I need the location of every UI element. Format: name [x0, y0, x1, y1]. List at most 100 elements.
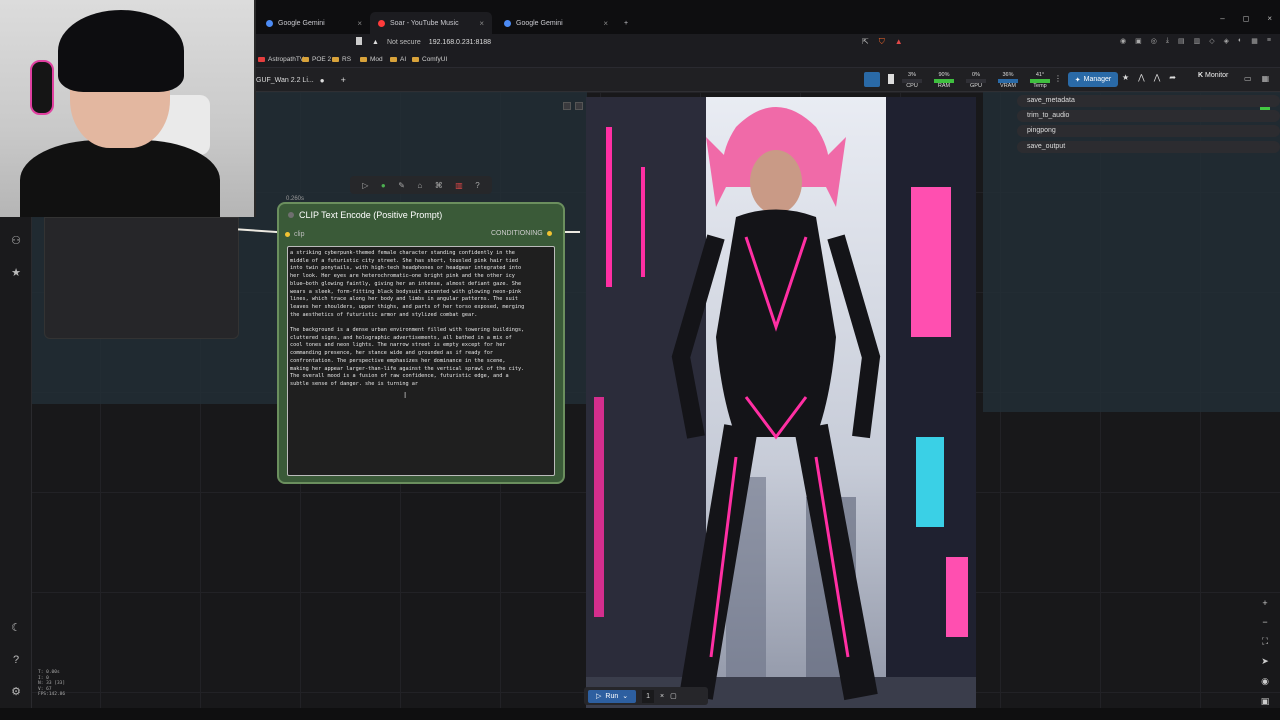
canvas-controls: + − ⛶ ➤ ◉ ▣: [1256, 598, 1274, 707]
bookmark-folder[interactable]: ComfyUI: [412, 54, 447, 64]
extension-icon[interactable]: ▤: [1178, 37, 1185, 45]
browser-tab[interactable]: Google Gemini ×: [496, 12, 616, 34]
folder-icon: [302, 56, 309, 62]
k-icon: K: [1198, 72, 1204, 79]
share-icon[interactable]: ⇱: [862, 37, 869, 47]
bookmark-icon[interactable]: [888, 74, 894, 84]
share-icon[interactable]: ➦: [1169, 73, 1176, 82]
tool-icon[interactable]: [563, 102, 571, 110]
generated-image-preview[interactable]: [586, 97, 976, 708]
menu-icon[interactable]: ≡: [1267, 37, 1271, 45]
crystools-icon[interactable]: ⋀: [1138, 73, 1145, 82]
bookmark-icon[interactable]: [356, 37, 362, 45]
window-controls: – ◻ ×: [1220, 14, 1272, 23]
minimize-button[interactable]: –: [1220, 14, 1224, 23]
queue-icon[interactable]: [864, 72, 880, 87]
rewards-icon[interactable]: ▲: [895, 37, 903, 47]
gemini-icon: [504, 19, 511, 27]
list-item[interactable]: save_output: [1017, 141, 1280, 153]
chevron-down-icon[interactable]: ⌄: [622, 692, 628, 700]
workflow-tab[interactable]: GUF_Wan 2.2 Li... ● +: [256, 71, 346, 89]
add-workflow-button[interactable]: +: [341, 75, 346, 85]
minimap-icon[interactable]: ▣: [1261, 696, 1270, 707]
extension-icon[interactable]: ◈: [1224, 37, 1229, 45]
extension-icon[interactable]: ◇: [1209, 37, 1214, 45]
bookmark-icon[interactable]: ⌂: [417, 181, 422, 190]
pin-icon[interactable]: ✎: [398, 181, 405, 190]
bookmark-folder[interactable]: Mod: [360, 54, 383, 64]
queue-count-input[interactable]: 1: [642, 689, 655, 703]
extension-icon[interactable]: ◎: [1151, 37, 1157, 45]
browser-tab[interactable]: Google Gemini ×: [258, 12, 370, 34]
gemini-icon: [266, 19, 273, 27]
run-button[interactable]: ▷ Run ⌄: [588, 689, 637, 703]
stat-gpu: 0% GPU: [966, 72, 986, 89]
stop-icon[interactable]: ▢: [670, 692, 677, 700]
queue-run-bar: ▷ Run ⌄ 1 × ▢: [584, 687, 708, 705]
monitor-button[interactable]: K Monitor: [1198, 72, 1228, 79]
list-item[interactable]: save_metadata: [1017, 95, 1280, 107]
list-item[interactable]: trim_to_audio: [1017, 110, 1280, 122]
stat-ram: 90% RAM: [934, 72, 954, 89]
bypass-icon[interactable]: ⌘: [435, 181, 443, 190]
browser-tab-active[interactable]: Soar - YouTube Music ×: [370, 12, 492, 34]
url-field[interactable]: ▲ Not secure 192.168.0.231:8188: [372, 35, 491, 49]
model-library-icon[interactable]: ⚇: [9, 234, 23, 248]
visibility-icon[interactable]: ◉: [1261, 676, 1269, 687]
panel-icon[interactable]: ▭: [1244, 74, 1252, 83]
bookmark-item[interactable]: AstropathTV: [258, 54, 304, 64]
address-actions: ⇱ ⛉ ▲: [862, 37, 903, 47]
help-icon[interactable]: ?: [9, 653, 23, 667]
bookmark-folder[interactable]: AI: [390, 54, 406, 64]
zoom-in-icon[interactable]: +: [1262, 598, 1267, 608]
close-icon[interactable]: ×: [603, 19, 608, 28]
select-mode-icon[interactable]: ➤: [1261, 656, 1269, 667]
theme-toggle-icon[interactable]: ☾: [9, 621, 23, 635]
extension-icon[interactable]: ▣: [1135, 37, 1142, 45]
input-port-clip[interactable]: clip: [285, 231, 305, 238]
grid-icon[interactable]: ▦: [1262, 74, 1270, 83]
folder-icon: [332, 56, 339, 62]
settings-icon[interactable]: ⚙: [9, 685, 23, 699]
fit-view-icon[interactable]: ⛶: [1262, 636, 1268, 647]
list-item[interactable]: pingpong: [1017, 125, 1280, 137]
maximize-button[interactable]: ◻: [1243, 14, 1250, 23]
side-node[interactable]: [44, 217, 239, 339]
delete-icon[interactable]: ▥: [455, 181, 463, 190]
zoom-out-icon[interactable]: −: [1262, 617, 1267, 627]
star-icon[interactable]: ★: [9, 266, 23, 280]
port-dot-icon[interactable]: [546, 231, 552, 236]
close-icon[interactable]: ×: [660, 693, 664, 700]
bookmark-folder[interactable]: RS: [332, 54, 351, 64]
port-dot-icon[interactable]: [285, 232, 290, 237]
extension-icon[interactable]: ◐: [1238, 37, 1242, 45]
bookmark-favicon: [258, 56, 265, 62]
close-window-button[interactable]: ×: [1267, 14, 1272, 23]
close-icon[interactable]: ×: [357, 19, 362, 28]
crystools-icon[interactable]: ⋀: [1154, 73, 1161, 82]
manager-button[interactable]: ✦ Manager: [1068, 72, 1118, 87]
prompt-textarea[interactable]: a striking cyberpunk-themed female chara…: [287, 246, 555, 476]
bottom-strip: [0, 708, 1280, 720]
play-icon: ▷: [596, 693, 602, 700]
wallet-icon[interactable]: ▦: [1251, 37, 1258, 45]
output-port-conditioning[interactable]: CONDITIONING: [491, 230, 552, 237]
youtube-music-icon: [378, 19, 385, 27]
color-icon[interactable]: ●: [381, 181, 386, 190]
info-icon[interactable]: ?: [475, 181, 479, 190]
new-tab-button[interactable]: +: [616, 12, 636, 34]
folder-icon: [412, 56, 419, 62]
download-icon[interactable]: ⤓: [1166, 37, 1169, 45]
sidebar-icon[interactable]: ▥: [1194, 37, 1201, 45]
node-title[interactable]: CLIP Text Encode (Positive Prompt): [299, 210, 442, 220]
brave-shield-icon[interactable]: ⛉: [879, 37, 885, 47]
close-icon[interactable]: ×: [479, 19, 484, 28]
collapse-icon[interactable]: [288, 212, 294, 218]
audio-icon[interactable]: ◉: [1120, 37, 1126, 45]
star-icon[interactable]: ★: [1122, 73, 1129, 82]
webcam-overlay: [0, 0, 256, 217]
tool-icon[interactable]: [575, 102, 583, 110]
folder-icon: [360, 56, 367, 62]
bookmark-folder[interactable]: POE 2: [302, 54, 331, 64]
play-icon[interactable]: ▷: [362, 181, 368, 190]
